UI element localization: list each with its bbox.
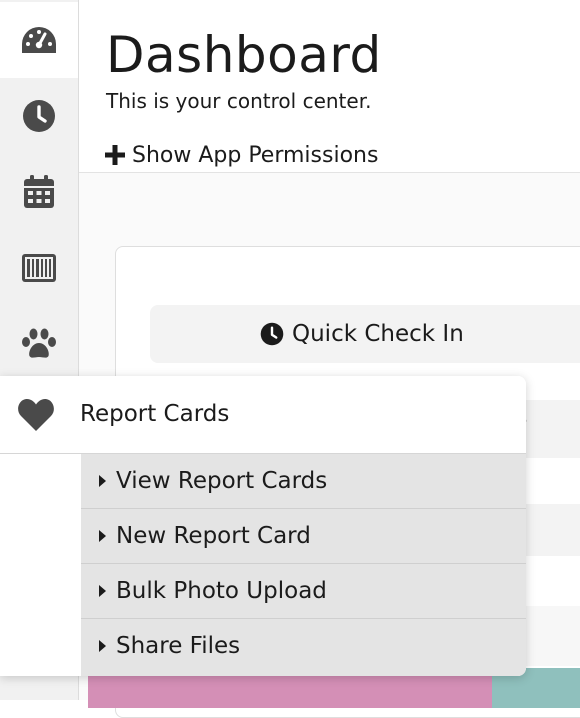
page-title: Dashboard bbox=[106, 26, 382, 84]
clock-icon bbox=[260, 322, 284, 346]
menu-item-bulk-photo-upload[interactable]: Bulk Photo Upload bbox=[81, 564, 526, 619]
menu-item-share-files[interactable]: Share Files bbox=[81, 619, 526, 673]
menu-item-label: Share Files bbox=[116, 633, 241, 659]
clock-icon bbox=[23, 100, 55, 132]
caret-right-icon bbox=[99, 530, 106, 542]
sidebar-item-barcode[interactable] bbox=[0, 230, 78, 306]
plus-icon bbox=[105, 145, 125, 165]
caret-right-icon bbox=[99, 585, 106, 597]
quick-check-in-button[interactable]: Quick Check In bbox=[150, 305, 580, 363]
menu-item-new-report-card[interactable]: New Report Card bbox=[81, 509, 526, 564]
show-app-permissions-label: Show App Permissions bbox=[132, 142, 379, 168]
paw-icon bbox=[22, 328, 56, 358]
flyout-title: Report Cards bbox=[80, 401, 230, 427]
sidebar-item-calendar[interactable] bbox=[0, 154, 78, 230]
caret-right-icon bbox=[99, 640, 106, 652]
quick-check-in-label: Quick Check In bbox=[292, 321, 464, 347]
sidebar-item-report-cards[interactable]: Report Cards bbox=[0, 376, 526, 454]
show-app-permissions-toggle[interactable]: Show App Permissions bbox=[104, 140, 378, 170]
sidebar-item-dashboard[interactable] bbox=[0, 2, 78, 78]
caret-right-icon bbox=[99, 475, 106, 487]
calendar-icon bbox=[24, 175, 54, 208]
page-subtitle: This is your control center. bbox=[106, 89, 372, 113]
sidebar-item-time[interactable] bbox=[0, 78, 78, 154]
dashboard-gauge-icon bbox=[22, 27, 56, 53]
menu-item-label: New Report Card bbox=[116, 523, 311, 549]
report-cards-flyout: Report Cards View Report Cards New Repor… bbox=[0, 376, 526, 676]
menu-item-label: View Report Cards bbox=[116, 468, 328, 494]
menu-item-label: Bulk Photo Upload bbox=[116, 578, 327, 604]
barcode-icon bbox=[22, 254, 56, 282]
sidebar-item-pets[interactable] bbox=[0, 306, 78, 382]
heart-icon bbox=[18, 399, 54, 431]
menu-item-view-report-cards[interactable]: View Report Cards bbox=[81, 454, 526, 509]
report-cards-menu: View Report Cards New Report Card Bulk P… bbox=[81, 454, 526, 676]
